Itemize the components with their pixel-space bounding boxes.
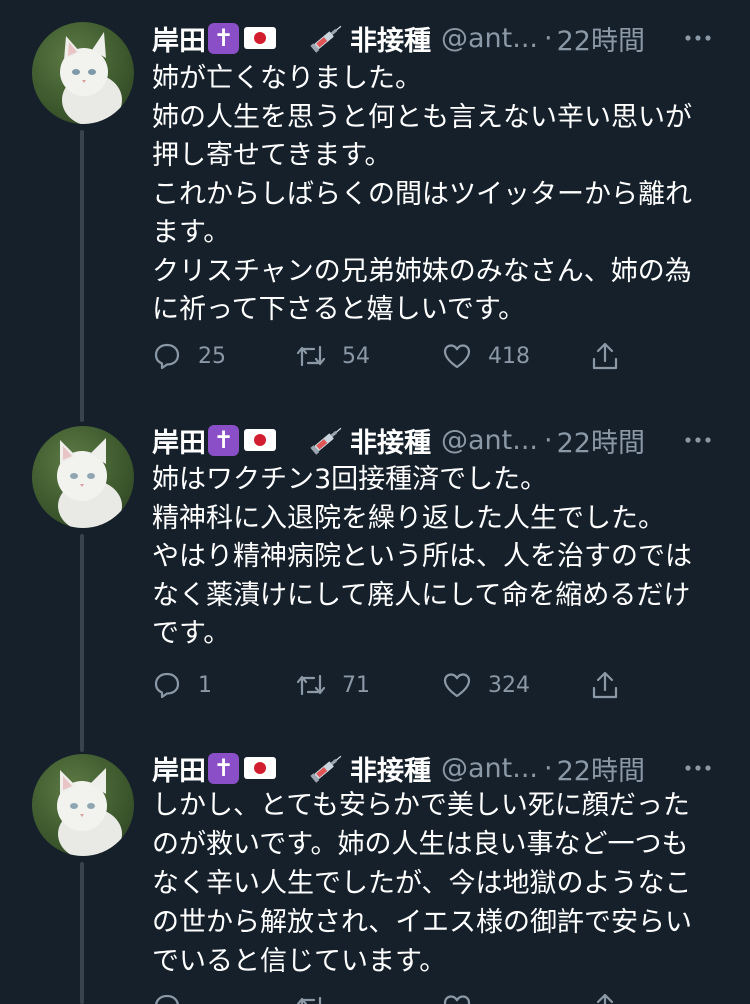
retweet-count: 71 [342, 672, 370, 698]
author-handle[interactable]: @ant... [441, 23, 538, 54]
time-separator: · [544, 424, 553, 456]
timestamp[interactable]: 22時間 [557, 421, 645, 460]
author-name[interactable]: 岸田 [152, 19, 206, 58]
tweet-text-line: これからしばらくの間はツイッターから離れ [152, 178, 692, 210]
tweet-text: 姉はワクチン3回接種済でした。 精神科に入退院を繰り返した人生でした。 やはり精… [152, 461, 732, 654]
syringe-icon [310, 25, 342, 53]
tweet-text-line: クリスチャンの兄弟姉妹のみなさん、姉の為 [152, 255, 692, 287]
author-handle[interactable]: @ant... [441, 753, 538, 784]
tweet-text-line: やはり精神病院という所は、人を治すのでは [152, 541, 692, 572]
time-separator: · [544, 22, 553, 54]
tweet-header: 岸田 ✝ 非接種 @ant... · 22時間 [152, 748, 722, 788]
tweet-text: しかし、とても安らかで美しい死に顔だった のが救いです。姉の人生は良い事など一つ… [152, 786, 732, 981]
japan-flag-icon [244, 27, 276, 49]
author-name[interactable]: 岸田 [152, 749, 206, 788]
like-button[interactable]: 418 [442, 341, 530, 371]
heart-icon [443, 673, 471, 698]
retweet-button[interactable] [296, 992, 342, 1004]
tweet-text-line: 姉が亡くなりました。 [152, 63, 422, 94]
thread-line [80, 534, 84, 734]
heart-icon [443, 995, 471, 1004]
tweet-actions [152, 992, 632, 1004]
tweet[interactable]: 岸田 ✝ 非接種 @ant... · 22時間 姉が亡くなりました。 姉の人生を… [0, 0, 750, 410]
more-icon[interactable] [684, 28, 712, 48]
share-button[interactable] [590, 341, 620, 371]
time-separator: · [544, 752, 553, 784]
latin-cross-icon: ✝ [208, 752, 239, 784]
reply-icon [155, 994, 179, 1004]
heart-icon [443, 344, 471, 369]
status-label: 非接種 [350, 427, 431, 459]
syringe-icon [310, 755, 342, 783]
timeline: 岸田 ✝ 非接種 @ant... · 22時間 姉が亡くなりました。 姉の人生を… [0, 0, 750, 1004]
tweet[interactable]: 岸田 ✝ 非接種 @ant... · 22時間 しかし、とても安らかで美しい死に… [0, 730, 750, 1004]
reply-count: 25 [198, 343, 226, 369]
reply-button[interactable] [152, 992, 198, 1004]
japan-flag-icon [244, 757, 276, 779]
latin-cross-icon: ✝ [208, 22, 239, 54]
tweet-text-line: なく薬漬けにして廃人にして命を縮めるだけ [152, 579, 691, 611]
reply-button[interactable]: 25 [152, 341, 226, 371]
more-icon[interactable] [684, 758, 712, 778]
tweet-header: 岸田 ✝ 非接種 @ant... · 22時間 [152, 420, 722, 460]
thread-line [80, 862, 84, 1004]
tweet-text-line: でいると信じています。 [152, 946, 447, 977]
like-count: 418 [488, 343, 530, 369]
tweet-text-line: の世から解放され、イエス様の御許で安らい [152, 907, 692, 938]
timestamp[interactable]: 22時間 [557, 19, 645, 58]
share-icon [596, 993, 614, 1004]
more-icon[interactable] [684, 430, 712, 450]
timestamp[interactable]: 22時間 [557, 749, 645, 788]
tweet-text: 姉が亡くなりました。 姉の人生を思うと何とも言えない辛い思いが 押し寄せてきます… [152, 60, 732, 330]
share-button[interactable] [590, 670, 620, 700]
retweet-button[interactable]: 54 [296, 341, 370, 371]
author-name[interactable]: 岸田 [152, 421, 206, 460]
retweet-icon [296, 345, 326, 367]
tweet-text-line: しかし、とても安らかで美しい死に顔だった [152, 790, 690, 821]
tweet-actions: 1 71 324 [152, 665, 632, 705]
avatar[interactable] [32, 22, 134, 124]
tweet-text-line: ます。 [152, 217, 231, 248]
share-icon [592, 671, 618, 699]
tweet-text-line: なく辛い人生でしたが、今は地獄のようなこ [152, 868, 692, 899]
author-handle[interactable]: @ant... [441, 425, 538, 456]
reply-count: 1 [198, 672, 212, 698]
tweet-text-line: 姉はワクチン3回接種済でした。 [152, 464, 548, 495]
thread-line [80, 730, 84, 752]
japan-flag-icon [244, 429, 276, 451]
like-button[interactable] [442, 992, 488, 1004]
syringe-icon [310, 427, 342, 455]
share-button[interactable] [590, 992, 620, 1004]
latin-cross-icon: ✝ [208, 424, 239, 456]
thread-line [80, 402, 84, 422]
tweet-header: 岸田 ✝ 非接種 @ant... · 22時間 [152, 18, 722, 58]
like-button[interactable]: 324 [442, 670, 530, 700]
tweet-text-line: のが救いです。姉の人生は良い事など一つも [152, 829, 689, 860]
tweet-actions: 25 54 418 [152, 336, 632, 376]
tweet-text-line: に祈って下さると嬉しいです。 [152, 294, 526, 325]
tweet-text-line: 押し寄せてきます。 [152, 140, 392, 171]
reply-icon [154, 672, 180, 699]
avatar[interactable] [32, 426, 134, 528]
tweet-text-line: です。 [152, 618, 231, 649]
reply-button[interactable]: 1 [152, 670, 212, 700]
avatar[interactable] [32, 754, 134, 856]
retweet-icon [296, 674, 326, 696]
retweet-icon [296, 996, 322, 1004]
tweet-text-line: 精神科に入退院を繰り返した人生でした。 [152, 502, 665, 534]
status-label: 非接種 [350, 25, 431, 57]
retweet-count: 54 [342, 343, 370, 369]
tweet[interactable]: 岸田 ✝ 非接種 @ant... · 22時間 姉はワクチン3回接種済でした。 … [0, 402, 750, 734]
tweet-text-line: 姉の人生を思うと何とも言えない辛い思いが [152, 101, 692, 133]
share-icon [592, 342, 618, 370]
status-label: 非接種 [350, 755, 431, 787]
reply-icon [154, 343, 180, 370]
like-count: 324 [488, 672, 530, 698]
retweet-button[interactable]: 71 [296, 670, 370, 700]
thread-line [80, 130, 84, 410]
